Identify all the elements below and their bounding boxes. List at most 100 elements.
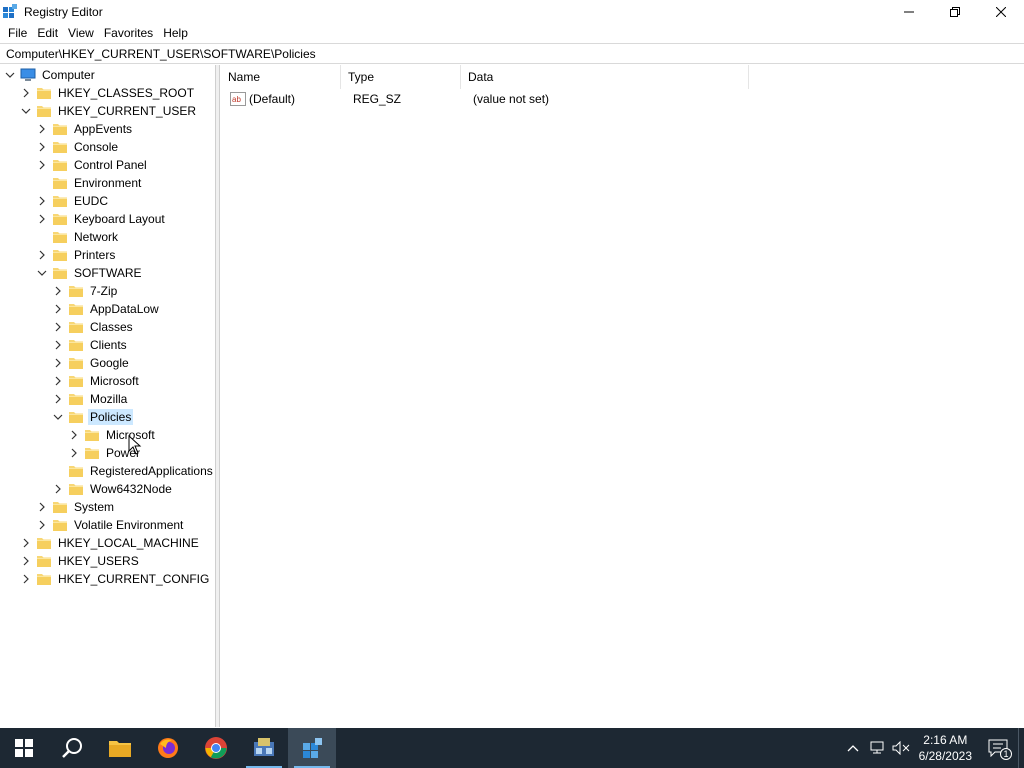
tree-item-label: Volatile Environment [74,518,184,532]
chevron-right-icon[interactable] [68,429,80,441]
chevron-right-icon[interactable] [52,393,64,405]
tree-item[interactable]: SOFTWARE [36,264,144,282]
menu-file[interactable]: File [3,23,32,43]
folder-icon [52,230,68,244]
chevron-right-icon[interactable] [20,537,32,549]
file-explorer-button[interactable] [96,728,144,768]
address-bar[interactable]: Computer\HKEY_CURRENT_USER\SOFTWARE\Poli… [0,43,1024,64]
tree-item[interactable]: Printers [36,246,117,264]
tree-item[interactable]: HKEY_CURRENT_USER [20,102,198,120]
tree-item[interactable]: Policies [52,408,134,426]
folder-icon [52,194,68,208]
tree-item[interactable]: 7-Zip [52,282,119,300]
clock[interactable]: 2:16 AM 6/28/2023 [913,732,978,764]
key-tree: Computer HKEY_CLASSES_ROOT HKEY_CURRENT_U… [0,65,216,727]
folder-icon [68,338,84,352]
search-icon [62,738,82,758]
show-desktop-button[interactable] [1018,728,1024,768]
tree-item[interactable]: Volatile Environment [36,516,185,534]
tree-item[interactable]: EUDC [36,192,110,210]
chevron-right-icon[interactable] [36,141,48,153]
chrome-button[interactable] [192,728,240,768]
tree-item-label: Mozilla [90,392,128,406]
tree-item-label: Printers [74,248,116,262]
tree-item-label: Environment [74,176,142,190]
menu-favorites[interactable]: Favorites [99,23,158,43]
value-type: REG_SZ [353,92,402,106]
tree-item[interactable]: System [36,498,116,516]
chevron-right-icon[interactable] [36,519,48,531]
chevron-right-icon[interactable] [36,249,48,261]
chevron-right-icon[interactable] [52,339,64,351]
tree-item-label: HKEY_CURRENT_CONFIG [58,572,210,586]
chevron-right-icon[interactable] [36,501,48,513]
tree-item[interactable]: HKEY_CLASSES_ROOT [20,84,196,102]
tree-item[interactable]: HKEY_LOCAL_MACHINE [20,534,201,552]
chevron-right-icon[interactable] [20,555,32,567]
tree-item[interactable]: Environment [36,174,143,192]
chevron-right-icon[interactable] [36,123,48,135]
firefox-button[interactable] [144,728,192,768]
splitter[interactable] [216,65,220,727]
tree-item[interactable]: Control Panel [36,156,149,174]
tree-item[interactable]: Wow6432Node [52,480,174,498]
chevron-right-icon[interactable] [20,573,32,585]
chevron-right-icon[interactable] [36,195,48,207]
chevron-right-icon[interactable] [68,447,80,459]
chevron-right-icon[interactable] [52,303,64,315]
tree-item[interactable]: RegisteredApplications [52,462,215,480]
folder-icon [84,428,100,442]
notification-center-button[interactable]: 1 [978,728,1018,768]
chevron-up-icon[interactable] [841,728,865,768]
chevron-right-icon[interactable] [20,87,32,99]
search-button[interactable] [48,728,96,768]
firefox-icon [158,738,178,758]
chevron-down-icon[interactable] [52,411,64,423]
tree-item[interactable]: Google [52,354,131,372]
tree-item[interactable]: AppDataLow [52,300,161,318]
chevron-right-icon[interactable] [52,285,64,297]
tree-item[interactable]: HKEY_CURRENT_CONFIG [20,570,211,588]
tree-item[interactable]: HKEY_USERS [20,552,141,570]
tree-item[interactable]: Clients [52,336,129,354]
column-name[interactable]: Name [221,65,341,89]
chevron-down-icon[interactable] [20,105,32,117]
chevron-right-icon[interactable] [52,375,64,387]
chevron-down-icon[interactable] [4,69,16,81]
column-type[interactable]: Type [341,65,461,89]
chevron-right-icon[interactable] [52,357,64,369]
tree-item[interactable]: AppEvents [36,120,134,138]
network-icon[interactable] [865,728,889,768]
tree-item[interactable]: Console [36,138,120,156]
list-row[interactable]: ab (Default) REG_SZ (value not set) [221,89,673,109]
empty-expander [52,465,64,477]
minimize-button[interactable] [886,0,932,23]
chevron-right-icon[interactable] [36,213,48,225]
menu-view[interactable]: View [63,23,99,43]
menu-help[interactable]: Help [158,23,193,43]
tree-item[interactable]: Classes [52,318,135,336]
tree-item-computer[interactable]: Computer [4,66,97,84]
volume-muted-icon[interactable] [889,728,913,768]
mouse-cursor-icon [128,434,142,455]
folder-icon [68,374,84,388]
tree-item[interactable]: Network [36,228,120,246]
tree-item[interactable]: Microsoft [68,426,157,444]
tree-item[interactable]: Microsoft [52,372,141,390]
tree-item-label: HKEY_CLASSES_ROOT [58,86,195,100]
start-button[interactable] [0,728,48,768]
tree-item[interactable]: Keyboard Layout [36,210,167,228]
chevron-right-icon[interactable] [36,159,48,171]
network-app-button[interactable] [240,728,288,768]
chevron-right-icon[interactable] [52,483,64,495]
restore-button[interactable] [932,0,978,23]
folder-icon [68,302,84,316]
close-button[interactable] [978,0,1024,23]
tree-item[interactable]: Mozilla [52,390,129,408]
menu-edit[interactable]: Edit [32,23,63,43]
chevron-down-icon[interactable] [36,267,48,279]
chevron-right-icon[interactable] [52,321,64,333]
registry-editor-taskbar-button[interactable] [288,728,336,768]
folder-icon [52,176,68,190]
column-data[interactable]: Data [461,65,749,89]
